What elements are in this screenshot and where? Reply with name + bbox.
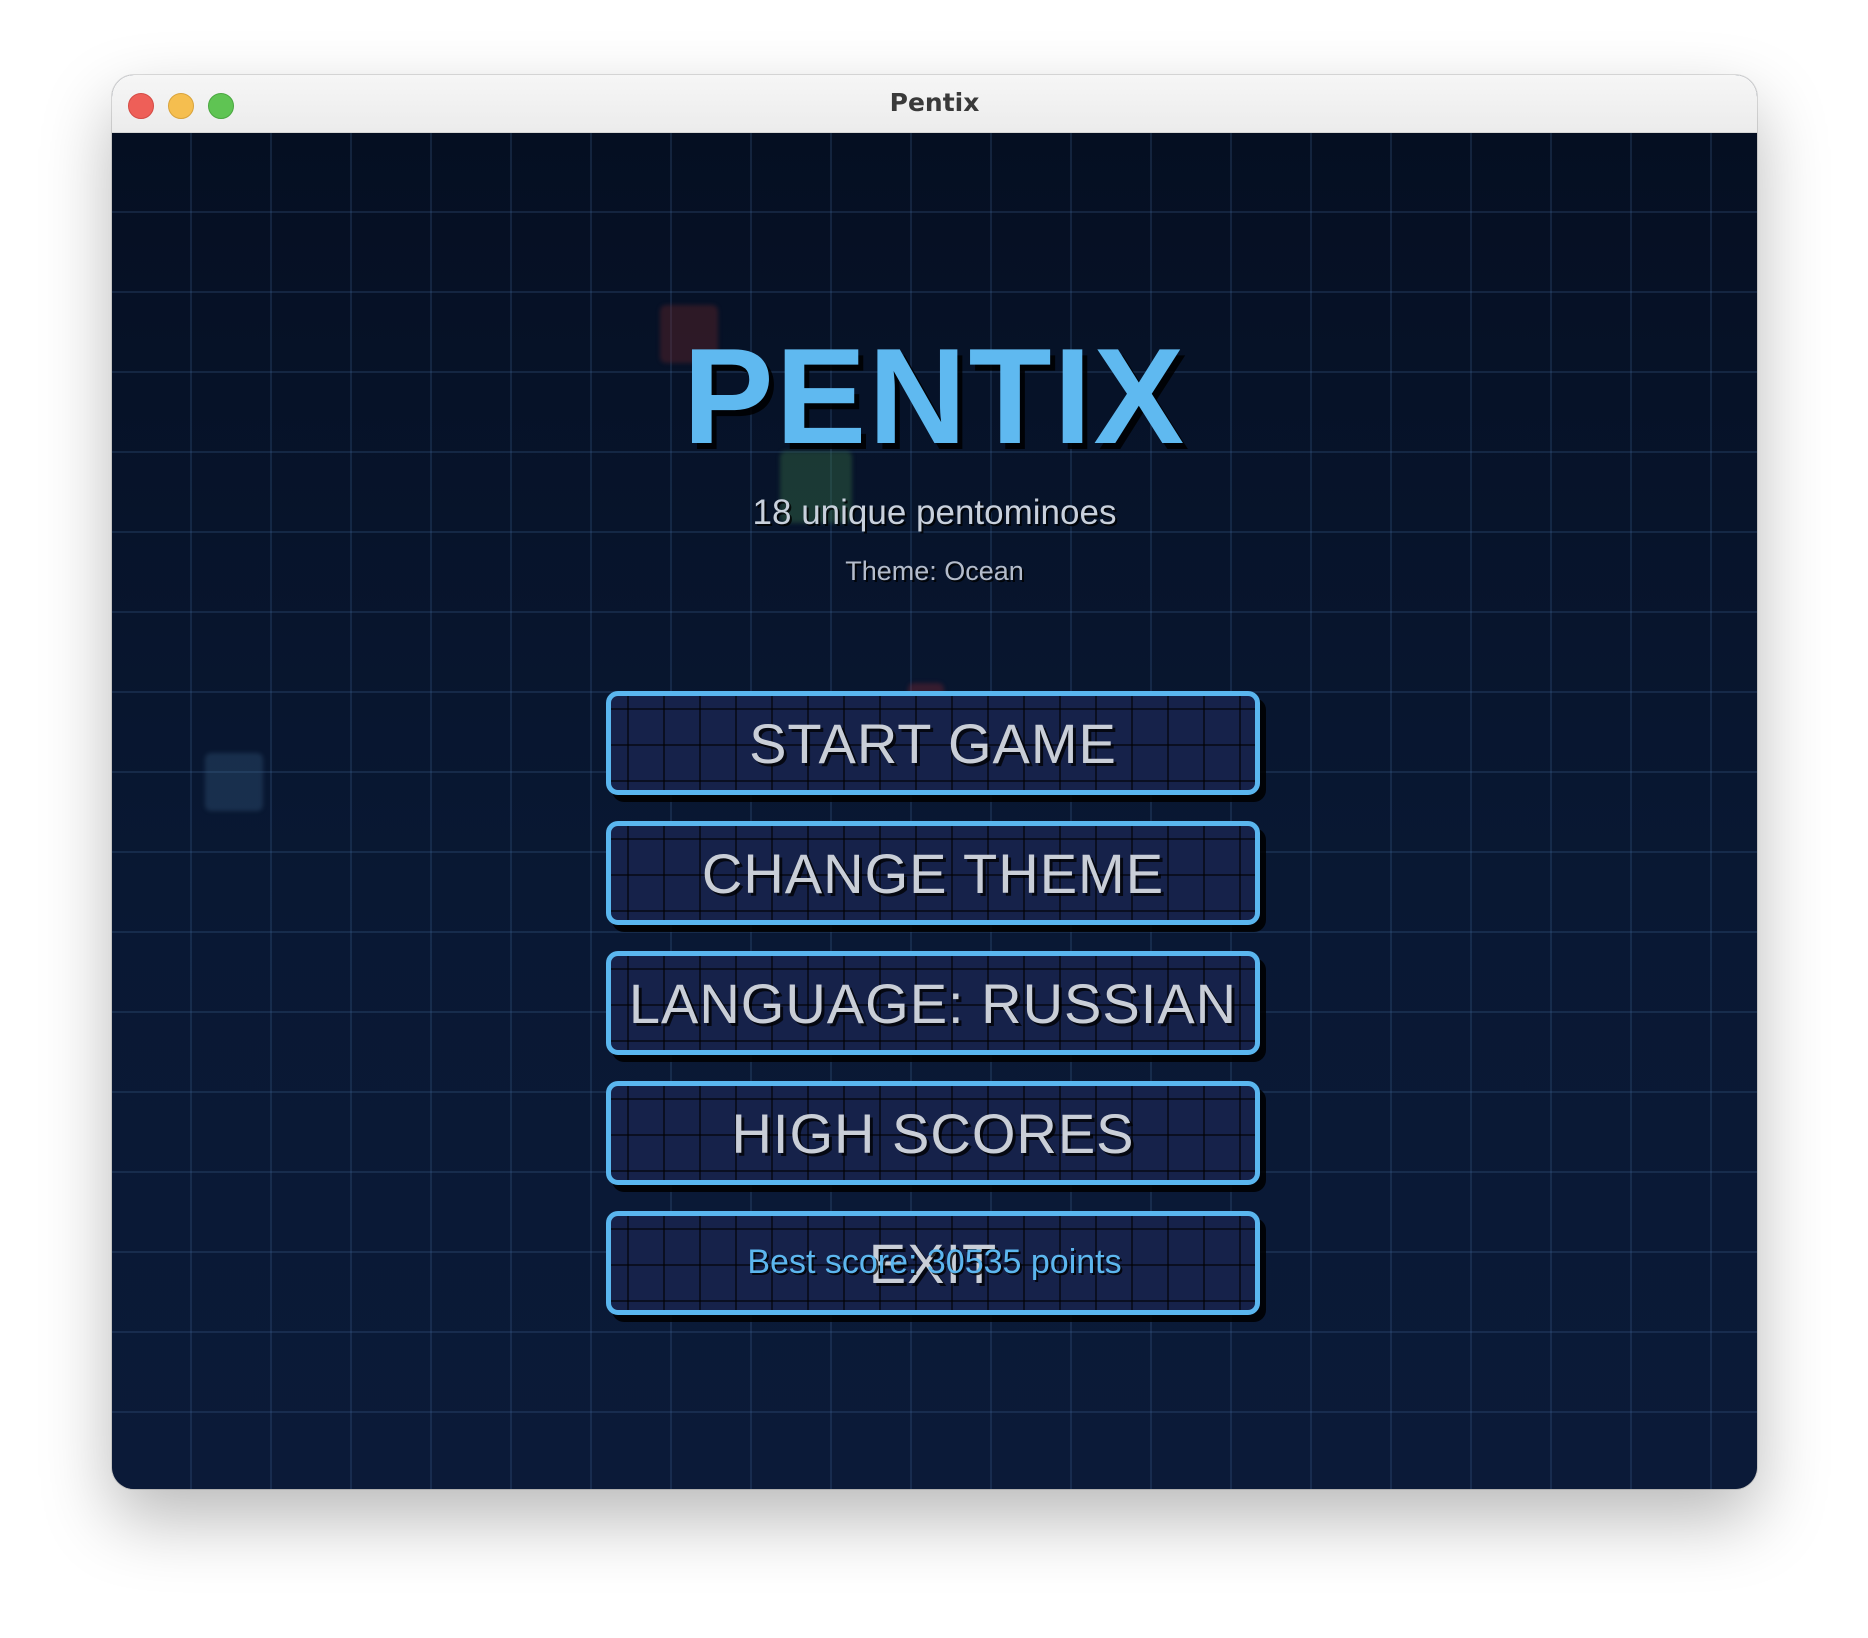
start-game-button[interactable]: START GAME xyxy=(606,691,1260,795)
title-bar[interactable]: Pentix xyxy=(112,75,1757,133)
high-scores-label: HIGH SCORES xyxy=(731,1101,1135,1165)
start-game-label: START GAME xyxy=(749,711,1117,775)
language-button[interactable]: LANGUAGE: RUSSIAN xyxy=(606,951,1260,1055)
falling-piece-decoration xyxy=(205,753,263,811)
language-label: LANGUAGE: RUSSIAN xyxy=(628,971,1238,1035)
high-scores-button[interactable]: HIGH SCORES xyxy=(606,1081,1260,1185)
app-window: Pentix PENTIX 18 unique pentominoes Them… xyxy=(112,75,1757,1489)
current-theme-label: Theme: Ocean xyxy=(845,556,1024,586)
change-theme-label: CHANGE THEME xyxy=(701,841,1165,905)
window-title: Pentix xyxy=(889,88,980,117)
best-score-text: Best score: 30535 points xyxy=(747,1243,1122,1281)
change-theme-button[interactable]: CHANGE THEME xyxy=(606,821,1260,925)
game-canvas: PENTIX 18 unique pentominoes Theme: Ocea… xyxy=(112,133,1757,1489)
game-subtitle: 18 unique pentominoes xyxy=(752,493,1117,532)
game-logo: PENTIX xyxy=(682,320,1187,472)
